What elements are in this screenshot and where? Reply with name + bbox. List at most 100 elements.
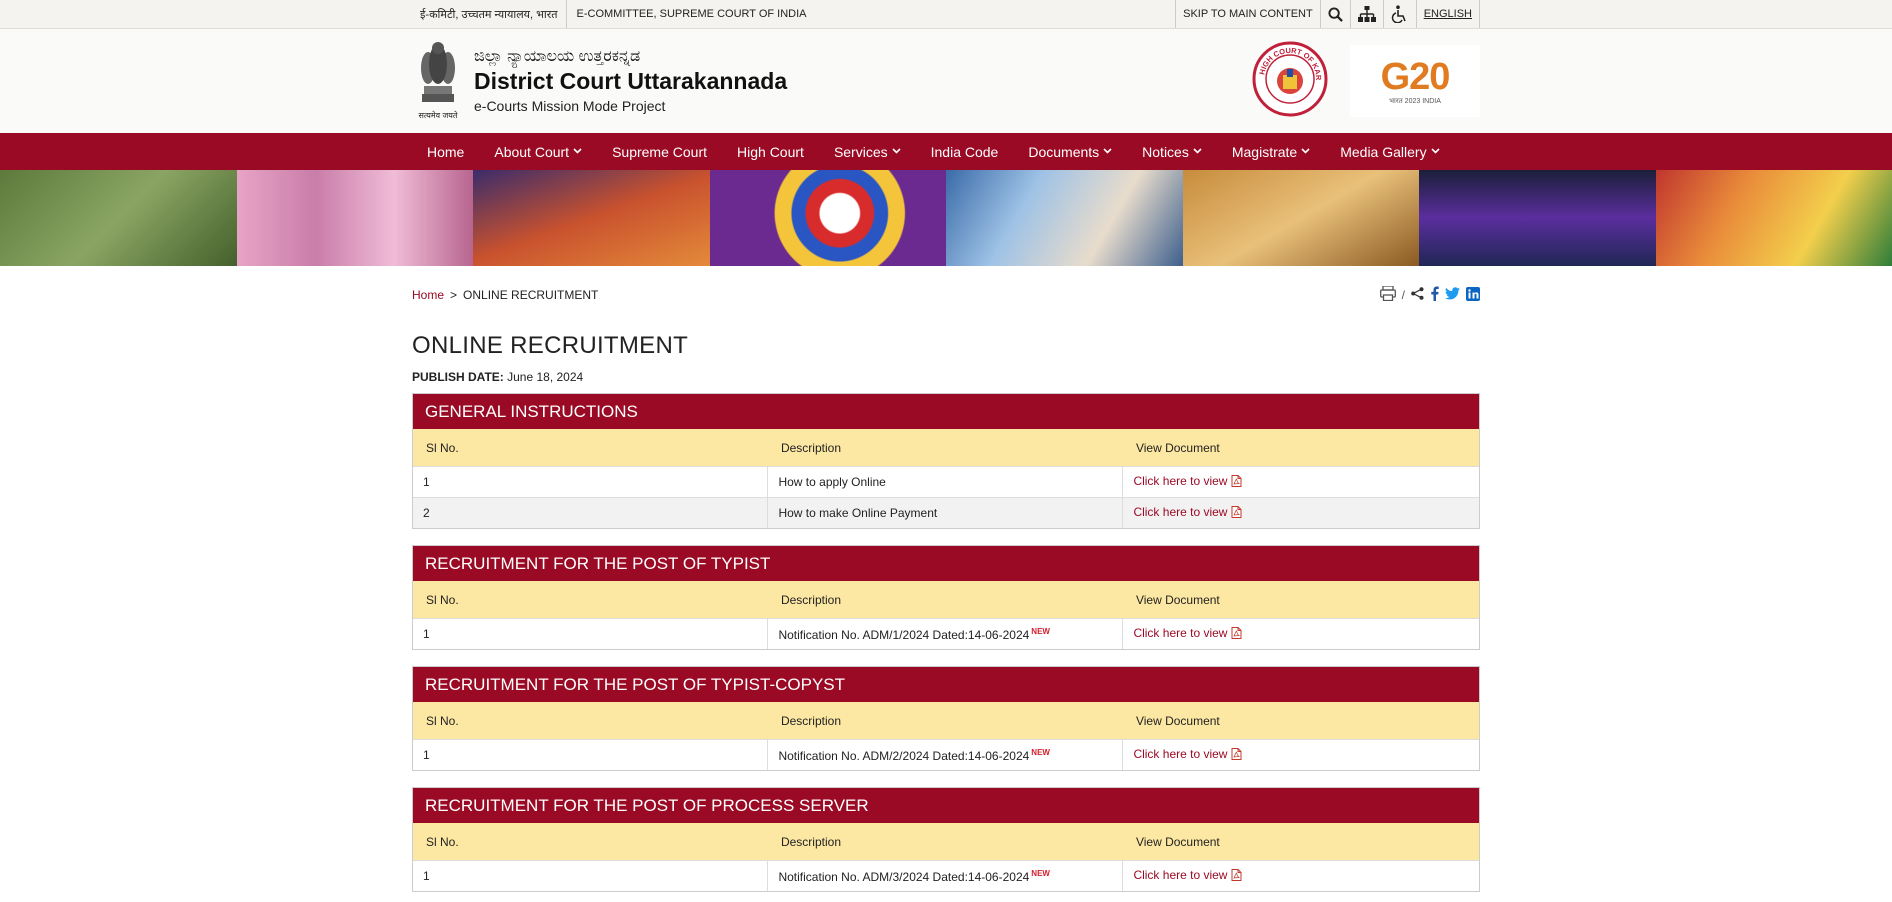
skip-to-main-link[interactable]: SKIP TO MAIN CONTENT bbox=[1176, 0, 1321, 28]
breadcrumb-home-link[interactable]: Home bbox=[412, 288, 444, 302]
cell-view-document: Click here to view bbox=[1122, 497, 1479, 528]
search-icon[interactable] bbox=[1321, 0, 1351, 28]
cell-slno: 1 bbox=[413, 739, 768, 770]
banner-panel bbox=[1655, 170, 1892, 266]
pdf-icon[interactable] bbox=[1231, 868, 1242, 884]
breadcrumb-current: ONLINE RECRUITMENT bbox=[463, 288, 599, 302]
description-text: Notification No. ADM/2/2024 Dated:14-06-… bbox=[778, 748, 1030, 763]
publish-date: PUBLISH DATE: June 18, 2024 bbox=[412, 370, 1480, 384]
recruitment-section: RECRUITMENT FOR THE POST OF TYPIST-COPYS… bbox=[412, 666, 1480, 771]
banner-panel bbox=[709, 170, 946, 266]
section-title: RECRUITMENT FOR THE POST OF TYPIST-COPYS… bbox=[413, 667, 1479, 702]
nav-item-high-court[interactable]: High Court bbox=[722, 133, 819, 170]
banner-panel bbox=[946, 170, 1183, 266]
col-header-slno: Sl No. bbox=[413, 702, 768, 740]
col-header-view-document: View Document bbox=[1122, 429, 1479, 467]
description-text: How to make Online Payment bbox=[778, 506, 938, 520]
description-text: Notification No. ADM/3/2024 Dated:14-06-… bbox=[778, 869, 1030, 884]
nav-item-label: Services bbox=[833, 143, 888, 160]
recruitment-sections: GENERAL INSTRUCTIONS Sl No. Description Vie… bbox=[412, 393, 1480, 892]
recruitment-section: RECRUITMENT FOR THE POST OF TYPIST Sl No.… bbox=[412, 545, 1480, 650]
cell-slno: 1 bbox=[413, 466, 768, 498]
publish-date-label: PUBLISH DATE: bbox=[412, 370, 504, 384]
nav-item-home[interactable]: Home bbox=[412, 133, 479, 170]
nav-item-label: High Court bbox=[737, 143, 804, 160]
national-emblem: सत्यमेव जयते bbox=[412, 38, 464, 124]
view-document-link[interactable]: Click here to view bbox=[1133, 626, 1227, 640]
cell-description: Notification No. ADM/2/2024 Dated:14-06-… bbox=[767, 739, 1123, 770]
pdf-icon[interactable] bbox=[1231, 747, 1242, 763]
pdf-icon[interactable] bbox=[1231, 626, 1242, 642]
nav-item-label: India Code bbox=[930, 143, 999, 160]
recruitment-section: GENERAL INSTRUCTIONS Sl No. Description Vie… bbox=[412, 393, 1480, 529]
chevron-down-icon bbox=[1431, 146, 1440, 157]
sitemap-icon[interactable] bbox=[1351, 0, 1384, 28]
col-header-view-document: View Document bbox=[1122, 581, 1479, 619]
col-header-description: Description bbox=[767, 823, 1123, 861]
accessibility-icon[interactable] bbox=[1384, 0, 1417, 28]
nav-item-supreme-court[interactable]: Supreme Court bbox=[597, 133, 722, 170]
col-header-description: Description bbox=[767, 581, 1123, 619]
cell-view-document: Click here to view bbox=[1122, 739, 1479, 770]
facebook-icon[interactable] bbox=[1430, 286, 1439, 304]
table-row: 1 Notification No. ADM/1/2024 Dated:14-06… bbox=[413, 618, 1479, 649]
banner-panel bbox=[1419, 170, 1656, 266]
view-document-link[interactable]: Click here to view bbox=[1133, 868, 1227, 882]
table-header-row: Sl No. Description View Document bbox=[413, 429, 1479, 467]
share-icon[interactable] bbox=[1411, 287, 1424, 303]
nav-item-services[interactable]: Services bbox=[819, 133, 916, 170]
g20-text: G20 bbox=[1380, 55, 1451, 98]
banner-panel bbox=[0, 170, 237, 266]
table-row: 2 How to make Online Payment Click here to… bbox=[413, 497, 1479, 528]
view-document-link[interactable]: Click here to view bbox=[1133, 505, 1227, 519]
hero-banner bbox=[0, 170, 1892, 266]
cell-slno: 2 bbox=[413, 497, 768, 528]
table-header-row: Sl No. Description View Document bbox=[413, 823, 1479, 861]
section-title: RECRUITMENT FOR THE POST OF TYPIST bbox=[413, 546, 1479, 581]
pdf-icon[interactable] bbox=[1231, 505, 1242, 521]
table-row: 1 Notification No. ADM/2/2024 Dated:14-06… bbox=[413, 739, 1479, 770]
description-text: Notification No. ADM/1/2024 Dated:14-06-… bbox=[778, 627, 1030, 642]
nav-item-label: Home bbox=[427, 143, 465, 160]
table-header-row: Sl No. Description View Document bbox=[413, 702, 1479, 740]
nav-item-india-code[interactable]: India Code bbox=[916, 133, 1014, 170]
share-toolbar: / bbox=[1379, 285, 1480, 304]
description-text: How to apply Online bbox=[778, 475, 886, 489]
cell-view-document: Click here to view bbox=[1122, 466, 1479, 498]
nav-item-label: Magistrate bbox=[1231, 143, 1298, 160]
banner-panel bbox=[236, 170, 473, 266]
new-badge: NEW bbox=[1031, 626, 1050, 636]
language-selector[interactable]: ENGLISH bbox=[1417, 0, 1480, 28]
nav-item-label: About Court bbox=[494, 143, 570, 160]
section-title: GENERAL INSTRUCTIONS bbox=[413, 394, 1479, 429]
nav-item-label: Notices bbox=[1142, 143, 1189, 160]
pdf-icon[interactable] bbox=[1231, 474, 1242, 490]
twitter-icon[interactable] bbox=[1445, 287, 1460, 303]
site-title-kannada: ಜಿಲ್ಲಾ ನ್ಯಾಯಾಲಯ ಉತ್ತರಕನ್ನಡ bbox=[474, 48, 641, 65]
site-header: सत्यमेव जयते ಜಿಲ್ಲಾ ನ್ಯಾಯಾಲಯ ಉತ್ತರಕನ್ನಡ … bbox=[0, 29, 1892, 133]
emblem-motto: सत्यमेव जयते bbox=[418, 111, 458, 120]
col-header-view-document: View Document bbox=[1122, 823, 1479, 861]
nav-item-documents[interactable]: Documents bbox=[1013, 133, 1127, 170]
site-subtitle: e-Courts Mission Mode Project bbox=[474, 98, 666, 114]
view-document-link[interactable]: Click here to view bbox=[1133, 474, 1227, 488]
cell-slno: 1 bbox=[413, 618, 768, 649]
site-title[interactable]: District Court Uttarakannada bbox=[474, 68, 787, 95]
nav-item-media-gallery[interactable]: Media Gallery bbox=[1325, 133, 1454, 170]
chevron-down-icon bbox=[573, 146, 582, 157]
linkedin-icon[interactable] bbox=[1466, 286, 1480, 304]
print-icon[interactable] bbox=[1379, 285, 1396, 304]
cell-view-document: Click here to view bbox=[1122, 860, 1479, 891]
nav-item-magistrate[interactable]: Magistrate bbox=[1217, 133, 1325, 170]
gov-india-label: ई-कमिटी, उच्चतम न्यायालय, भारत bbox=[412, 0, 567, 28]
chevron-down-icon bbox=[1193, 146, 1202, 157]
col-header-view-document: View Document bbox=[1122, 702, 1479, 740]
breadcrumb: Home > ONLINE RECRUITMENT / bbox=[412, 285, 1480, 304]
table-row: 1 How to apply Online Click here to view bbox=[413, 466, 1479, 498]
page-title: ONLINE RECRUITMENT bbox=[412, 332, 689, 359]
table-header-row: Sl No. Description View Document bbox=[413, 581, 1479, 619]
nav-item-notices[interactable]: Notices bbox=[1127, 133, 1217, 170]
nav-item-about-court[interactable]: About Court bbox=[479, 133, 597, 170]
view-document-link[interactable]: Click here to view bbox=[1133, 747, 1227, 761]
new-badge: NEW bbox=[1031, 868, 1050, 878]
